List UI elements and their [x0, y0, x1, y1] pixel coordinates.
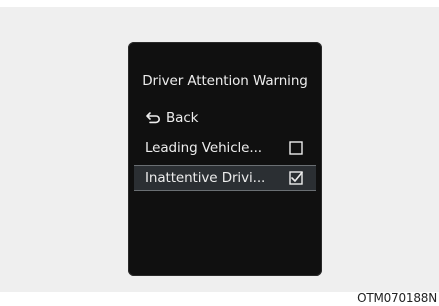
menu-item-label: Leading Vehicle...: [145, 140, 262, 156]
menu-item-leading-vehicle[interactable]: Leading Vehicle...: [128, 135, 322, 161]
return-arrow-icon: [146, 112, 160, 124]
menu-item-label: Inattentive Drivi...: [145, 170, 266, 186]
cluster-display: Driver Attention Warning Back Leading Ve…: [128, 42, 322, 276]
menu-title: Driver Attention Warning: [142, 73, 308, 89]
back-label: Back: [166, 110, 199, 126]
menu-item-inattentive-driving[interactable]: Inattentive Drivi...: [134, 165, 316, 191]
figure-code: OTM070188N: [357, 291, 437, 305]
back-button[interactable]: Back: [128, 106, 322, 132]
checked-checkbox-icon[interactable]: [289, 171, 303, 185]
unchecked-checkbox-icon[interactable]: [289, 141, 303, 155]
